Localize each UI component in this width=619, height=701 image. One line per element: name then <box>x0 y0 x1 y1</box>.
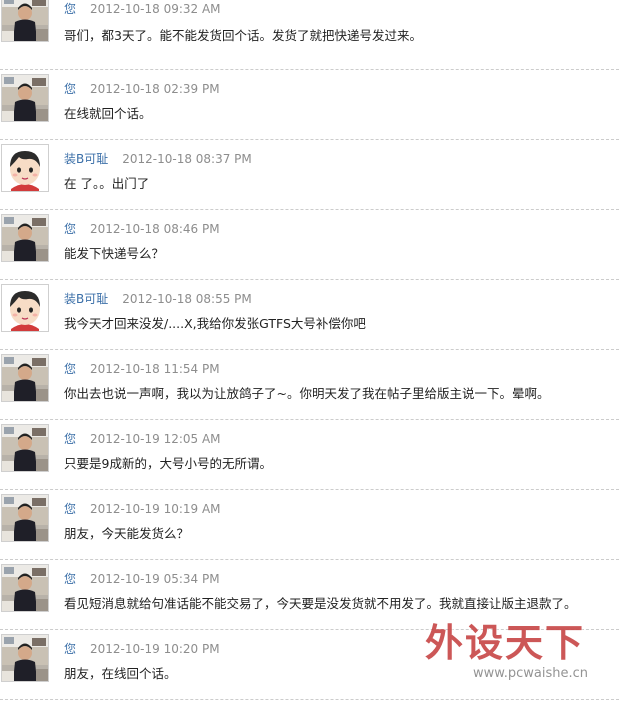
message-timestamp: 2012-10-19 12:05 AM <box>90 432 221 446</box>
message-timestamp: 2012-10-19 05:34 PM <box>90 572 220 586</box>
message-text: 哥们，都3天了。能不能发货回个话。发货了就把快递号发过来。 <box>64 28 422 43</box>
message-meta: 您 2012-10-18 08:46 PM <box>64 220 220 237</box>
message-meta: 装B可耻 2012-10-18 08:37 PM <box>64 150 252 167</box>
sender-avatar-cartoon[interactable] <box>1 284 49 332</box>
sender-name-link[interactable]: 您 <box>64 222 76 236</box>
message-item: 您 2012-10-18 11:54 PM 你出去也说一声啊，我以为让放鸽子了~。你… <box>0 350 619 420</box>
message-meta: 您 2012-10-18 09:32 AM <box>64 0 221 17</box>
sender-avatar-photo[interactable] <box>1 214 49 262</box>
message-text: 能发下快递号么？ <box>64 246 165 261</box>
message-timestamp: 2012-10-18 09:32 AM <box>90 2 221 16</box>
message-meta: 您 2012-10-19 12:05 AM <box>64 430 221 447</box>
message-item: 您 2012-10-19 10:20 PM 朋友，在线回个话。 <box>0 630 619 700</box>
message-text: 看见短消息就给句准话能不能交易了，今天要是没发货就不用发了。我就直接让版主退款了… <box>64 596 577 611</box>
message-item: 装B可耻 2012-10-18 08:55 PM 我今天才回来没发/....X,我给… <box>0 280 619 350</box>
message-text: 在线就回个话。 <box>64 106 152 121</box>
sender-name-link[interactable]: 您 <box>64 2 76 16</box>
message-item: 您 2012-10-19 12:05 AM 只要是9成新的，大号小号的无所谓。 <box>0 420 619 490</box>
sender-avatar-cartoon[interactable] <box>1 144 49 192</box>
message-item: 您 2012-10-19 05:34 PM 看见短消息就给句准话能不能交易了，今天要… <box>0 560 619 630</box>
message-meta: 装B可耻 2012-10-18 08:55 PM <box>64 290 252 307</box>
message-text: 你出去也说一声啊，我以为让放鸽子了~。你明天发了我在帖子里给版主说一下。晕啊。 <box>64 386 550 401</box>
sender-name-link[interactable]: 您 <box>64 362 76 376</box>
sender-name-link[interactable]: 装B可耻 <box>64 292 108 306</box>
message-timestamp: 2012-10-18 02:39 PM <box>90 82 220 96</box>
sender-name-link[interactable]: 装B可耻 <box>64 152 108 166</box>
message-item: 您 2012-10-18 09:32 AM 哥们，都3天了。能不能发货回个话。发货了… <box>0 0 619 70</box>
sender-avatar-photo[interactable] <box>1 634 49 682</box>
message-timestamp: 2012-10-18 08:55 PM <box>122 292 252 306</box>
message-timestamp: 2012-10-18 08:46 PM <box>90 222 220 236</box>
message-text: 朋友，在线回个话。 <box>64 666 177 681</box>
message-meta: 您 2012-10-19 05:34 PM <box>64 570 220 587</box>
sender-avatar-photo[interactable] <box>1 424 49 472</box>
message-timestamp: 2012-10-19 10:19 AM <box>90 502 221 516</box>
sender-name-link[interactable]: 您 <box>64 572 76 586</box>
sender-name-link[interactable]: 您 <box>64 502 76 516</box>
message-text: 在 了。。出门了 <box>64 176 150 191</box>
message-timestamp: 2012-10-19 10:20 PM <box>90 642 220 656</box>
sender-avatar-photo[interactable] <box>1 564 49 612</box>
message-timestamp: 2012-10-18 08:37 PM <box>122 152 252 166</box>
sender-name-link[interactable]: 您 <box>64 432 76 446</box>
message-timestamp: 2012-10-18 11:54 PM <box>90 362 220 376</box>
message-item: 装B可耻 2012-10-18 08:37 PM 在 了。。出门了 <box>0 140 619 210</box>
sender-avatar-photo[interactable] <box>1 354 49 402</box>
message-item: 您 2012-10-19 10:19 AM 朋友，今天能发货么？ <box>0 490 619 560</box>
message-item: 您 2012-10-18 08:46 PM 能发下快递号么？ <box>0 210 619 280</box>
message-text: 我今天才回来没发/....X,我给你发张GTFS大号补偿你吧 <box>64 316 366 331</box>
message-text: 只要是9成新的，大号小号的无所谓。 <box>64 456 272 471</box>
message-item: 您 2012-10-18 02:39 PM 在线就回个话。 <box>0 70 619 140</box>
message-thread: 您 2012-10-18 09:32 AM 哥们，都3天了。能不能发货回个话。发货了… <box>0 0 619 700</box>
message-meta: 您 2012-10-19 10:19 AM <box>64 500 221 517</box>
sender-avatar-photo[interactable] <box>1 0 49 42</box>
sender-name-link[interactable]: 您 <box>64 642 76 656</box>
sender-avatar-photo[interactable] <box>1 494 49 542</box>
message-text: 朋友，今天能发货么？ <box>64 526 190 541</box>
message-meta: 您 2012-10-18 02:39 PM <box>64 80 220 97</box>
message-meta: 您 2012-10-19 10:20 PM <box>64 640 220 657</box>
sender-avatar-photo[interactable] <box>1 74 49 122</box>
message-meta: 您 2012-10-18 11:54 PM <box>64 360 220 377</box>
sender-name-link[interactable]: 您 <box>64 82 76 96</box>
